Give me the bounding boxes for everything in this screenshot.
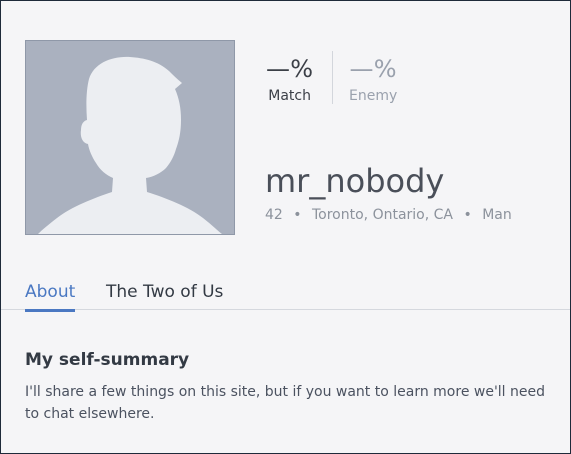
gender: Man xyxy=(482,207,512,223)
self-summary-heading: My self-summary xyxy=(25,350,190,370)
username: mr_nobody xyxy=(265,162,445,200)
enemy-percentage: —% xyxy=(349,55,397,83)
tab-about[interactable]: About xyxy=(25,281,76,312)
profile-details: 42 • Toronto, Ontario, CA • Man xyxy=(265,206,512,224)
enemy-stat: —% Enemy xyxy=(349,55,397,105)
age: 42 xyxy=(265,207,283,223)
match-stat: —% Match xyxy=(266,55,313,105)
profile-tabs: About The Two of Us xyxy=(1,277,570,312)
match-percentage: —% xyxy=(266,55,314,83)
details-separator: • xyxy=(293,207,302,223)
self-summary-text: I'll share a few things on this site, bu… xyxy=(25,384,546,422)
stats-divider xyxy=(332,51,333,104)
profile-page: —% Match —% Enemy mr_nobody 42 • Toronto… xyxy=(0,0,571,454)
default-user-silhouette-icon xyxy=(26,41,234,234)
location: Toronto, Ontario, CA xyxy=(312,207,454,223)
match-label: Match xyxy=(268,88,311,104)
enemy-label: Enemy xyxy=(349,88,398,104)
details-separator: • xyxy=(463,207,472,223)
avatar[interactable] xyxy=(25,40,235,235)
tab-the-two-of-us[interactable]: The Two of Us xyxy=(106,281,223,309)
